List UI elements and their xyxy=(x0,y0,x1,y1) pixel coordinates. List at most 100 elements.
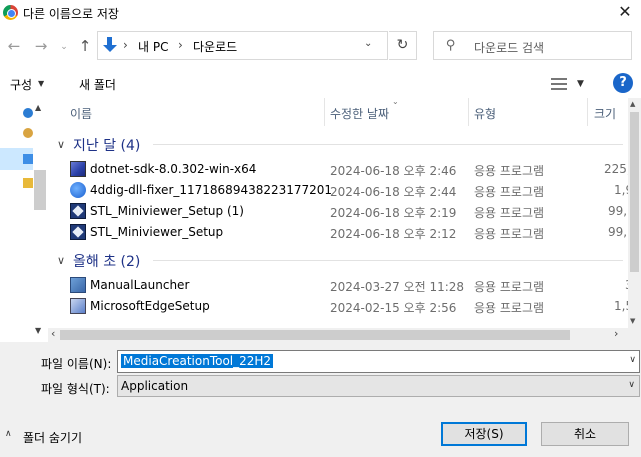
column-date-header[interactable]: 수정한 날짜 xyxy=(330,105,389,122)
help-button[interactable]: ? xyxy=(613,73,633,93)
file-row[interactable]: MicrosoftEdgeSetup 2024-02-15 오후 2:56 응용… xyxy=(48,296,641,317)
breadcrumb-separator-icon: › xyxy=(178,38,183,52)
file-date: 2024-06-18 오후 2:12 xyxy=(330,227,457,241)
edge-setup-icon xyxy=(70,298,86,314)
search-icon: ⚲ xyxy=(446,38,456,53)
file-list: 이름 ⌄ 수정한 날짜 유형 크기 ∨ 지난 달 (4) dotnet-sdk-… xyxy=(48,98,641,342)
scroll-down-arrow-icon[interactable]: ▼ xyxy=(630,317,635,325)
sort-caret-icon: ⌄ xyxy=(392,98,399,106)
scroll-left-arrow-icon[interactable]: ‹ xyxy=(51,327,55,340)
filetype-chevron-icon: ∨ xyxy=(628,380,635,390)
stl-icon xyxy=(70,203,86,219)
stl-icon xyxy=(70,224,86,240)
new-folder-button[interactable]: 새 폴더 xyxy=(79,76,116,93)
file-type: 응용 프로그램 xyxy=(474,301,545,315)
file-type: 응용 프로그램 xyxy=(474,206,545,220)
breadcrumb-downloads[interactable]: 다운로드 xyxy=(193,38,237,55)
downloads-folder-icon xyxy=(102,37,118,53)
file-row[interactable]: dotnet-sdk-8.0.302-win-x64 2024-06-18 오후… xyxy=(48,159,641,180)
onedrive-icon[interactable] xyxy=(23,108,33,118)
save-options-panel: 파일 이름(N): MediaCreationTool_22H2 ∨ 파일 형식… xyxy=(0,342,641,457)
hide-folders-button[interactable]: 폴더 숨기기 xyxy=(23,429,82,446)
scrollbar-corner xyxy=(628,328,641,342)
command-toolbar: 구성 ▼ 새 폴더 ▼ ? xyxy=(0,68,641,98)
breadcrumb-this-pc[interactable]: 내 PC xyxy=(138,38,168,55)
file-row[interactable]: STL_Miniviewer_Setup 2024-06-18 오후 2:12 … xyxy=(48,222,641,243)
group-heading-earlier-this-year[interactable]: 올해 초 (2) xyxy=(73,251,140,271)
column-type-header[interactable]: 유형 xyxy=(474,105,496,122)
file-date: 2024-06-18 오후 2:19 xyxy=(330,206,457,220)
filename-value: MediaCreationTool_22H2 xyxy=(121,354,274,368)
address-dropdown-chevron-icon[interactable]: ⌄ xyxy=(364,38,372,49)
file-row[interactable]: 4ddig-dll-fixer_11718689438223177201 202… xyxy=(48,180,641,201)
file-row[interactable]: ManualLauncher 2024-03-27 오전 11:28 응용 프로… xyxy=(48,275,641,296)
scroll-up-arrow-icon[interactable]: ▲ xyxy=(630,100,635,108)
file-type: 응용 프로그램 xyxy=(474,280,545,294)
column-divider[interactable] xyxy=(587,98,588,126)
file-name: MicrosoftEdgeSetup xyxy=(90,299,210,313)
column-divider[interactable] xyxy=(324,98,325,126)
file-date: 2024-06-18 오후 2:46 xyxy=(330,164,457,178)
file-name: ManualLauncher xyxy=(90,278,190,292)
chrome-app-icon xyxy=(3,5,18,20)
filename-field[interactable]: MediaCreationTool_22H2 ∨ xyxy=(117,350,640,373)
4ddig-icon xyxy=(70,182,86,198)
launcher-icon xyxy=(70,277,86,293)
navpane-scrollbar-thumb[interactable] xyxy=(34,170,46,210)
address-bar[interactable]: › 내 PC › 다운로드 xyxy=(97,31,388,60)
file-name: dotnet-sdk-8.0.302-win-x64 xyxy=(90,162,257,176)
title-bar: 다른 이름으로 저장 ✕ xyxy=(0,0,641,26)
column-name-header[interactable]: 이름 xyxy=(70,105,92,122)
file-name: STL_Miniviewer_Setup xyxy=(90,225,224,239)
hide-folders-caret-icon[interactable]: ∧ xyxy=(5,429,12,439)
group-divider-line xyxy=(153,144,623,145)
file-name: 4ddig-dll-fixer_11718689438223177201 xyxy=(90,183,333,197)
save-button[interactable]: 저장(S) xyxy=(441,422,527,446)
up-arrow-icon[interactable]: ↑ xyxy=(76,37,94,55)
file-date: 2024-03-27 오전 11:28 xyxy=(330,280,465,294)
navpane-scroll-down-icon[interactable]: ▼ xyxy=(35,326,41,335)
organize-menu-button[interactable]: 구성 xyxy=(10,76,32,93)
column-size-header[interactable]: 크기 xyxy=(594,105,616,122)
file-date: 2024-06-18 오후 2:44 xyxy=(330,185,457,199)
recent-locations-chevron-icon[interactable]: ⌄ xyxy=(55,38,73,56)
filetype-select[interactable]: Application ∨ xyxy=(117,375,640,397)
navigation-pane[interactable]: ▲ ▼ xyxy=(0,98,48,342)
cancel-button[interactable]: 취소 xyxy=(541,422,629,446)
horizontal-scrollbar-thumb[interactable] xyxy=(60,330,570,340)
group-divider-line xyxy=(153,260,623,261)
window-title: 다른 이름으로 저장 xyxy=(23,7,119,21)
file-name: STL_Miniviewer_Setup (1) xyxy=(90,204,244,218)
filename-label: 파일 이름(N): xyxy=(41,357,112,371)
forward-arrow-icon[interactable]: → xyxy=(32,37,50,55)
user-folder-icon[interactable] xyxy=(23,128,33,138)
column-header-row: 이름 ⌄ 수정한 날짜 유형 크기 xyxy=(48,98,641,126)
view-options-icon[interactable] xyxy=(551,78,567,90)
column-divider[interactable] xyxy=(468,98,469,126)
vertical-scrollbar-thumb[interactable] xyxy=(630,112,639,272)
this-pc-icon[interactable] xyxy=(23,154,33,164)
refresh-button[interactable]: ↻ xyxy=(389,31,417,60)
group-collapse-chevron-icon[interactable]: ∨ xyxy=(57,138,65,151)
installer-icon xyxy=(70,161,86,177)
navpane-scroll-up-icon[interactable]: ▲ xyxy=(35,103,41,112)
breadcrumb-separator-icon: › xyxy=(123,38,128,52)
file-date: 2024-02-15 오후 2:56 xyxy=(330,301,457,315)
group-heading-last-month[interactable]: 지난 달 (4) xyxy=(73,135,140,155)
back-arrow-icon[interactable]: ← xyxy=(5,37,23,55)
file-type: 응용 프로그램 xyxy=(474,185,545,199)
filetype-value: Application xyxy=(121,379,189,393)
network-folder-icon[interactable] xyxy=(23,178,33,188)
close-button[interactable]: ✕ xyxy=(615,2,635,22)
search-placeholder: 다운로드 검색 xyxy=(474,41,545,55)
file-type: 응용 프로그램 xyxy=(474,227,545,241)
filetype-label: 파일 형식(T): xyxy=(41,382,110,396)
organize-caret-icon: ▼ xyxy=(38,79,45,88)
view-options-caret-icon[interactable]: ▼ xyxy=(577,79,584,89)
filename-history-chevron-icon[interactable]: ∨ xyxy=(629,355,636,365)
search-box[interactable]: ⚲ 다운로드 검색 xyxy=(433,31,632,60)
navigation-bar: ← → ⌄ ↑ › 내 PC › 다운로드 ⌄ ↻ ⚲ 다운로드 검색 xyxy=(0,26,641,68)
group-collapse-chevron-icon[interactable]: ∨ xyxy=(57,254,65,267)
scroll-right-arrow-icon[interactable]: › xyxy=(614,327,618,340)
file-row[interactable]: STL_Miniviewer_Setup (1) 2024-06-18 오후 2… xyxy=(48,201,641,222)
